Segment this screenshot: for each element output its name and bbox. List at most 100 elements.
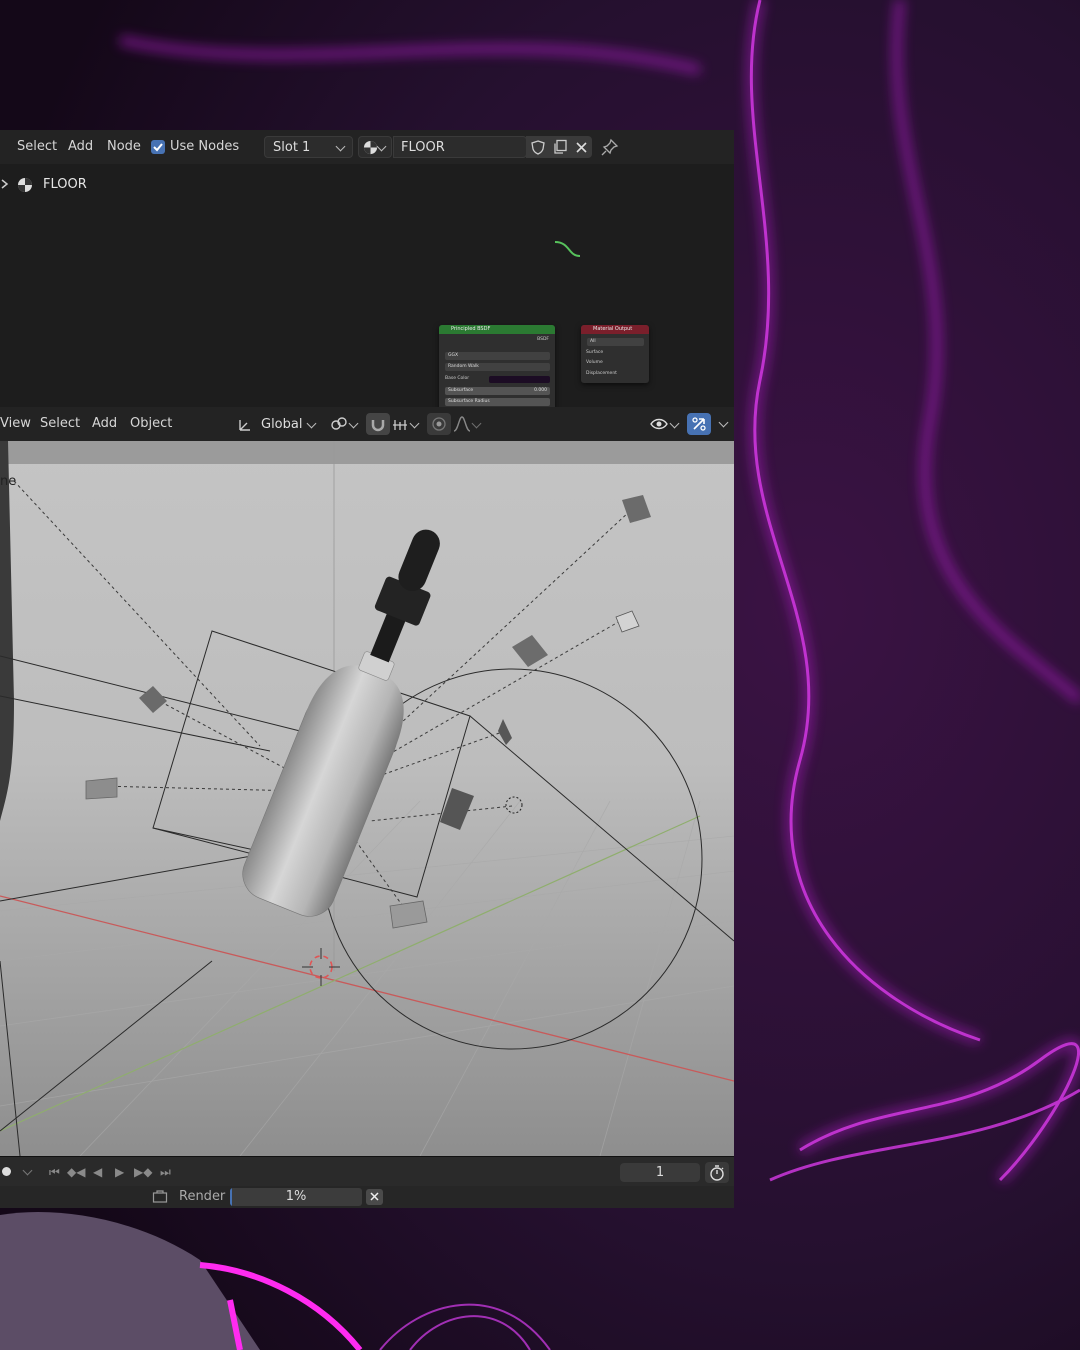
node-editor-header: Select Add Node Use Nodes Slot 1 FLOOR	[0, 130, 734, 164]
bsdf-field-value: 0.000	[534, 388, 547, 393]
chevron-down-icon	[669, 418, 680, 429]
proportional-edit-toggle[interactable]	[427, 413, 451, 435]
view-menu-add[interactable]: Add	[92, 407, 117, 441]
output-target-select[interactable]: All	[587, 338, 644, 346]
subsurface-method-select[interactable]: Random Walk	[445, 363, 550, 371]
material-browse-button[interactable]	[358, 136, 392, 158]
play-reverse-icon[interactable]: ◀	[93, 1165, 102, 1179]
node-editor-canvas[interactable]: FLOOR Principled BSDF BSDF GGX Random Wa…	[0, 164, 734, 535]
node-menu-node[interactable]: Node	[107, 130, 141, 164]
node-menu-add[interactable]: Add	[68, 130, 93, 164]
orientation-label: Global	[261, 417, 303, 432]
base-color-label: Base Color	[445, 376, 470, 381]
chevron-down-icon	[306, 418, 317, 429]
chevron-down-icon	[409, 418, 420, 429]
close-icon	[370, 1192, 379, 1201]
visibility-eye-icon	[650, 418, 668, 430]
base-color-swatch[interactable]	[489, 376, 550, 383]
progress-text: 1%	[285, 1189, 307, 1204]
duplicate-icon	[554, 139, 567, 154]
pin-icon	[601, 138, 619, 156]
snap-increment-icon	[393, 420, 407, 430]
distribution-select[interactable]: GGX	[445, 352, 550, 360]
chevron-down-icon	[376, 141, 387, 152]
close-icon	[576, 142, 587, 153]
duplicate-material-button[interactable]	[548, 136, 570, 158]
material-sphere-icon	[18, 178, 32, 192]
jump-end-icon[interactable]: ⏭	[160, 1165, 171, 1179]
node-title: Material Output	[581, 325, 649, 334]
material-output-node[interactable]: Material Output All Surface Volume Displ…	[581, 325, 649, 383]
object-name-label: ne	[0, 474, 16, 489]
checkmark-icon	[153, 143, 163, 152]
jump-start-icon[interactable]: ⏮	[49, 1165, 60, 1179]
bsdf-output-label: BSDF	[537, 337, 549, 342]
pivot-point-button[interactable]	[328, 413, 360, 435]
output-target-value: All	[590, 339, 596, 344]
breadcrumb-material[interactable]: FLOOR	[43, 177, 87, 192]
view-menu-select[interactable]: Select	[40, 407, 80, 441]
use-nodes-label[interactable]: Use Nodes	[170, 130, 239, 164]
viewport-scene: ne	[0, 441, 734, 1156]
snap-target-button[interactable]	[390, 413, 422, 435]
bsdf-field-label: Subsurface Radius	[448, 399, 490, 404]
link-icon	[331, 417, 347, 430]
chevron-down-icon	[348, 418, 359, 429]
render-progress-bar: 1%	[230, 1188, 362, 1206]
gizmo-options-button[interactable]	[711, 413, 734, 435]
view-menu-view[interactable]: View	[0, 407, 31, 441]
bsdf-field-label: Subsurface	[448, 388, 474, 393]
shield-icon	[531, 140, 545, 155]
unlink-material-button[interactable]	[570, 136, 592, 158]
view-menu-object[interactable]: Object	[130, 407, 172, 441]
record-icon[interactable]	[2, 1167, 11, 1176]
3d-viewport[interactable]: ne	[0, 441, 734, 1156]
gizmo-icon	[692, 417, 706, 431]
node-link[interactable]	[550, 234, 590, 264]
chevron-down-icon	[335, 141, 346, 152]
pin-button[interactable]	[598, 136, 622, 158]
falloff-curve-icon	[453, 416, 471, 432]
socket-displacement: Displacement	[586, 371, 617, 376]
falloff-button[interactable]	[451, 413, 483, 435]
distribution-value: GGX	[448, 353, 459, 358]
transform-orientation-icon	[239, 420, 250, 431]
socket-surface: Surface	[586, 350, 604, 355]
fake-user-button[interactable]	[526, 136, 548, 158]
slot-label: Slot 1	[273, 140, 311, 155]
current-frame-field[interactable]: 1	[620, 1163, 700, 1182]
status-bar: Render 1%	[0, 1186, 734, 1208]
render-job-icon	[152, 1190, 168, 1203]
stopwatch-icon	[710, 1165, 724, 1181]
chevron-right-icon[interactable]	[0, 178, 10, 190]
next-keyframe-icon[interactable]: ▶◆	[134, 1165, 152, 1179]
play-icon[interactable]: ▶	[115, 1165, 124, 1179]
material-name: FLOOR	[401, 140, 445, 155]
use-nodes-checkbox[interactable]	[151, 140, 165, 154]
render-job-label: Render	[179, 1189, 226, 1204]
socket-volume: Volume	[586, 360, 603, 365]
slot-dropdown[interactable]: Slot 1	[264, 136, 353, 158]
chevron-down-icon	[718, 417, 729, 428]
material-sphere-icon	[363, 140, 378, 155]
timeline-bar: ⏮ ◆◀ ◀ ▶ ▶◆ ⏭ 1	[0, 1156, 734, 1187]
proportional-edit-icon	[432, 417, 446, 431]
material-name-field[interactable]: FLOOR	[393, 136, 527, 158]
gizmo-toggle[interactable]	[687, 413, 711, 435]
prev-keyframe-icon[interactable]: ◆◀	[67, 1165, 85, 1179]
bsdf-field[interactable]: Subsurface 0.000	[445, 387, 550, 395]
snap-magnet-icon	[371, 420, 385, 432]
cancel-render-button[interactable]	[366, 1189, 383, 1205]
subsurface-method-value: Random Walk	[448, 364, 479, 369]
node-menu-select[interactable]: Select	[17, 130, 57, 164]
camera-passepartout	[0, 441, 734, 464]
bsdf-field[interactable]: Subsurface Radius	[445, 398, 550, 406]
visibility-button[interactable]	[648, 413, 682, 435]
chevron-down-icon	[471, 418, 482, 429]
chevron-down-icon[interactable]	[22, 1165, 33, 1176]
viewport-header: View Select Add Object Global	[0, 407, 734, 441]
snap-toggle[interactable]	[366, 413, 390, 435]
transform-orientation-dropdown[interactable]: Global	[233, 413, 321, 435]
node-title: Principled BSDF	[439, 325, 555, 334]
auto-keying-button[interactable]	[705, 1162, 729, 1183]
